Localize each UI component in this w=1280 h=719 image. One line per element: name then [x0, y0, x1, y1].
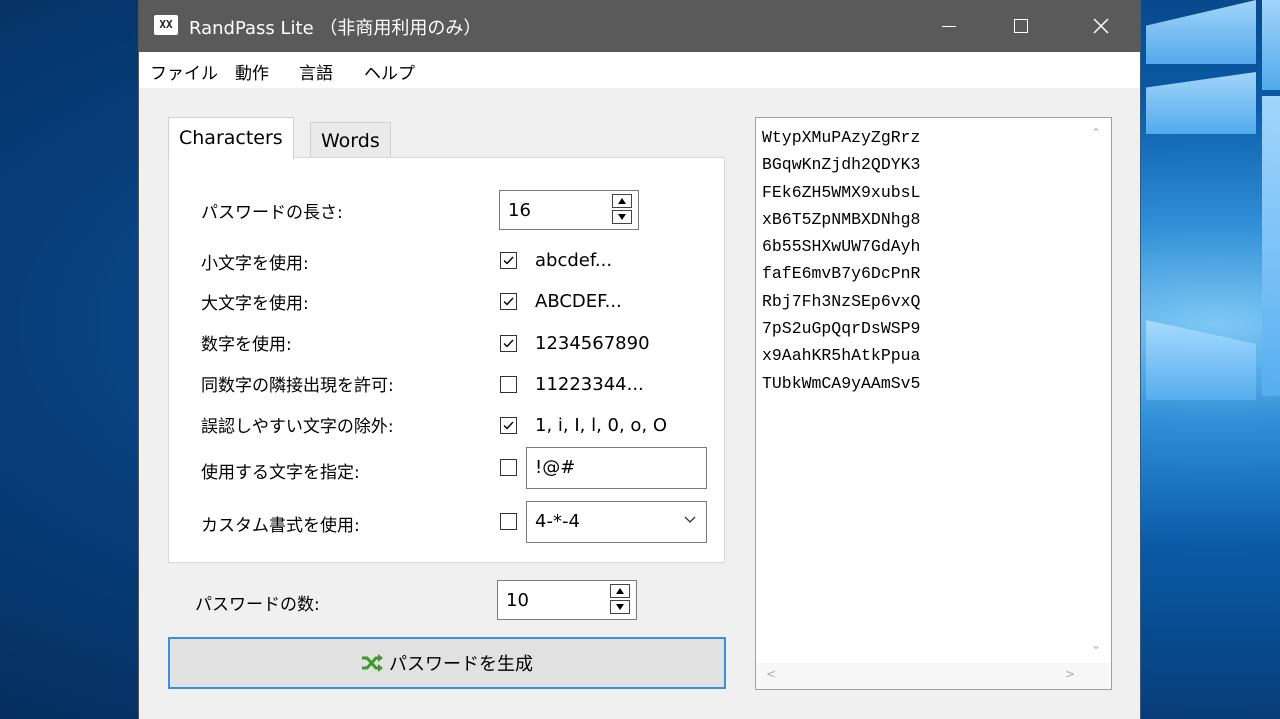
randpass-window: XX RandPass Lite （非商用利用のみ） ファイル 動作 言語 ヘル… [138, 0, 1141, 719]
format-combo[interactable]: 4-*-4 [526, 501, 707, 543]
password-line: WtypXMuPAzyZgRrz [762, 128, 921, 147]
digits-label: 数字を使用: [201, 335, 292, 355]
custom-chars-value: !@# [535, 457, 576, 478]
exclude-text: 1, i, I, l, 0, o, O [535, 415, 668, 436]
scroll-right-icon[interactable]: > [1065, 667, 1075, 681]
format-value: 4-*-4 [535, 511, 580, 532]
repeat-label: 同数字の隣接出現を許可: [201, 376, 394, 396]
close-button[interactable] [1071, 0, 1131, 52]
password-line: x9AahKR5hAtkPpua [762, 346, 921, 366]
count-spinner[interactable]: 10 [497, 580, 637, 620]
digits-text: 1234567890 [535, 333, 650, 354]
length-value: 16 [508, 200, 531, 221]
password-line: FEk6ZH5WMX9xubsL [762, 182, 921, 202]
custom-chars-input[interactable]: !@# [526, 447, 707, 489]
close-icon [1093, 18, 1109, 34]
exclude-label: 誤認しやすい文字の除外: [201, 417, 394, 437]
format-label: カスタム書式を使用: [201, 516, 360, 536]
count-down-button[interactable] [610, 600, 630, 614]
password-list: WtypXMuPAzyZgRrz BGqwKnZjdh2QDYK3 FEk6ZH… [762, 124, 920, 397]
arrow-up-icon [618, 198, 626, 204]
horizontal-scrollbar[interactable] [756, 663, 1111, 689]
digits-checkbox[interactable] [500, 335, 517, 352]
minimize-button[interactable] [919, 0, 979, 52]
window-title: RandPass Lite （非商用利用のみ） [189, 18, 482, 39]
exclude-checkbox[interactable] [500, 417, 517, 434]
length-spinner[interactable]: 16 [499, 190, 639, 230]
title-bar[interactable]: XX RandPass Lite （非商用利用のみ） [139, 0, 1140, 52]
minimize-icon [942, 25, 956, 27]
password-line: fafE6mvB7y6DcPnR [762, 264, 921, 284]
menu-action[interactable]: 動作 [235, 59, 269, 84]
generate-label: パスワードを生成 [389, 654, 533, 675]
custom-chars-label: 使用する文字を指定: [201, 463, 360, 483]
lowercase-checkbox[interactable] [500, 252, 517, 269]
length-label: パスワードの長さ: [201, 203, 343, 223]
arrow-down-icon [618, 214, 626, 220]
length-up-button[interactable] [612, 194, 632, 208]
uppercase-label: 大文字を使用: [201, 294, 309, 314]
lowercase-label: 小文字を使用: [201, 254, 309, 274]
uppercase-checkbox[interactable] [500, 293, 517, 310]
menu-file[interactable]: ファイル [150, 59, 218, 84]
password-line: TUbkWmCA9yAAmSv5 [762, 373, 921, 393]
password-line: BGqwKnZjdh2QDYK3 [762, 155, 921, 175]
tab-words[interactable]: Words [310, 122, 391, 158]
app-icon: XX [154, 15, 178, 35]
repeat-text: 11223344... [535, 374, 644, 395]
characters-panel: パスワードの長さ: 16 小文字を使用: abcdef... 大文字を使用: A… [168, 157, 725, 563]
password-line: 6b55SHXwUW7GdAyh [762, 237, 921, 257]
arrow-down-icon [616, 604, 624, 610]
maximize-button[interactable] [991, 0, 1051, 52]
checkmark-icon [503, 256, 514, 265]
tab-characters[interactable]: Characters [168, 117, 294, 159]
checkmark-icon [503, 339, 514, 348]
scroll-left-icon[interactable]: < [766, 667, 776, 681]
scroll-down-icon[interactable]: ⌄ [1091, 638, 1101, 652]
count-value: 10 [506, 590, 529, 611]
count-label: パスワードの数: [195, 595, 320, 615]
scroll-up-icon[interactable]: ⌃ [1091, 126, 1101, 140]
shuffle-icon [362, 654, 383, 672]
menu-help[interactable]: ヘルプ [364, 59, 415, 84]
checkmark-icon [503, 297, 514, 306]
chevron-down-icon [684, 516, 696, 523]
count-up-button[interactable] [610, 584, 630, 598]
password-line: 7pS2uGpQqrDsWSP9 [762, 319, 921, 339]
password-line: Rbj7Fh3NzSEp6vxQ [762, 291, 921, 311]
custom-chars-checkbox[interactable] [500, 459, 517, 476]
menu-bar: ファイル 動作 言語 ヘルプ [139, 52, 1140, 88]
generate-button[interactable]: パスワードを生成 [168, 637, 726, 689]
uppercase-text: ABCDEF... [535, 291, 622, 312]
repeat-checkbox[interactable] [500, 376, 517, 393]
lowercase-text: abcdef... [535, 250, 613, 271]
format-checkbox[interactable] [500, 513, 517, 530]
checkmark-icon [503, 421, 514, 430]
password-line: xB6T5ZpNMBXDNhg8 [762, 209, 921, 229]
menu-language[interactable]: 言語 [299, 59, 333, 84]
maximize-icon [1014, 19, 1028, 33]
windows-logo [1140, 0, 1280, 719]
length-down-button[interactable] [612, 210, 632, 224]
password-output[interactable]: WtypXMuPAzyZgRrz BGqwKnZjdh2QDYK3 FEk6ZH… [755, 117, 1112, 690]
arrow-up-icon [616, 588, 624, 594]
